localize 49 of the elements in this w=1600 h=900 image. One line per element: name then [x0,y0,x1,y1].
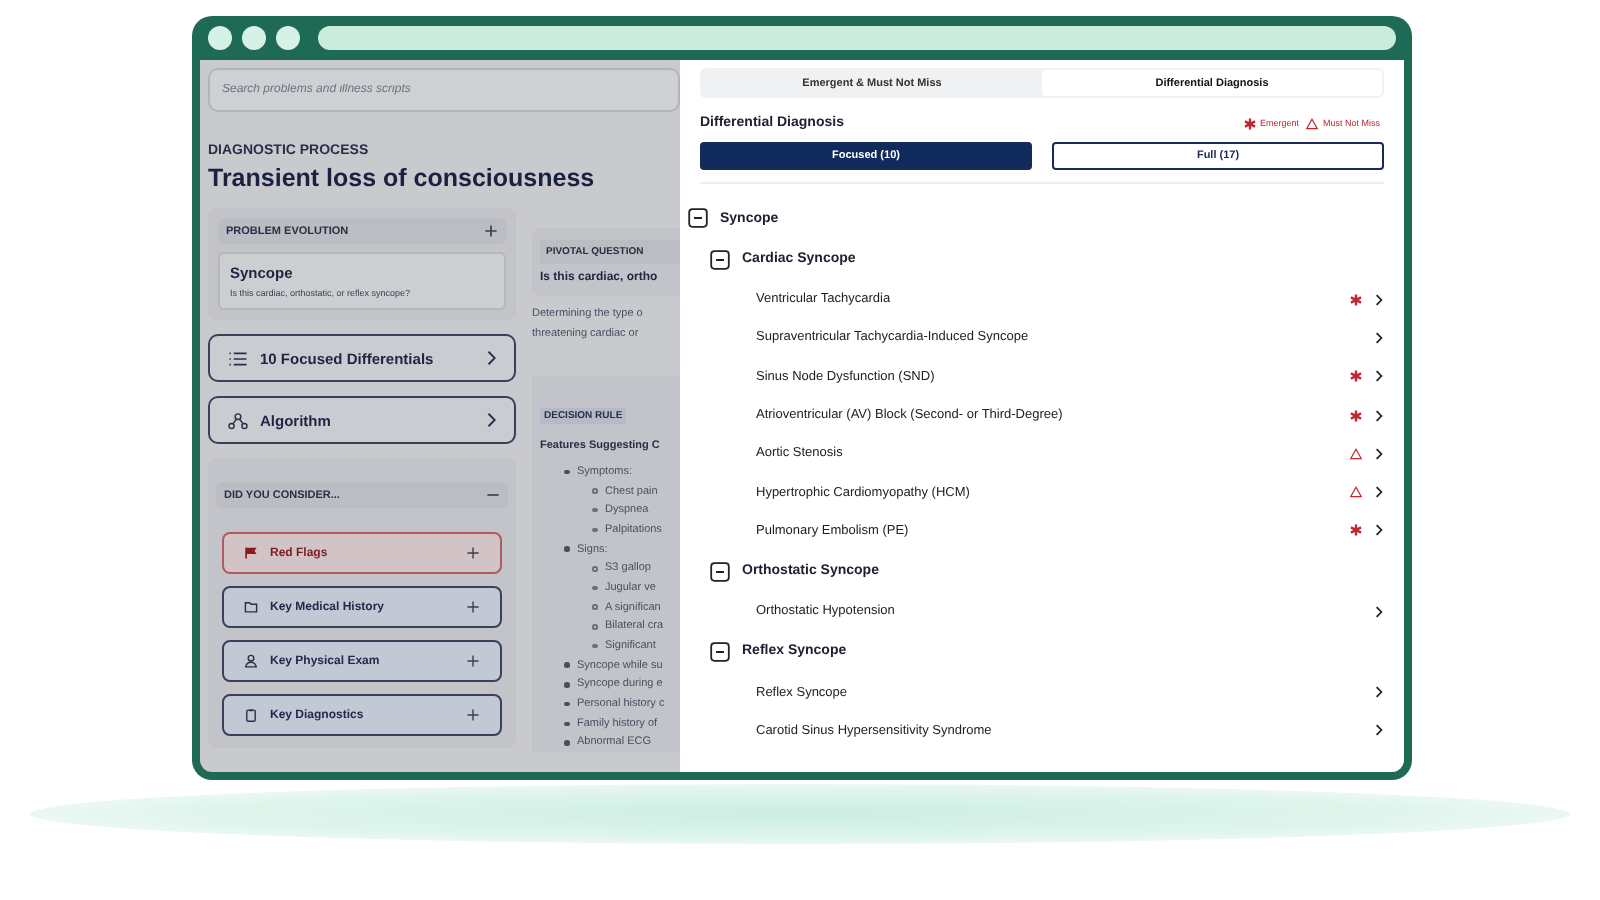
flowchart-icon [228,411,248,429]
bullet-icon [564,701,569,707]
chevron-right-icon [1374,522,1384,539]
chevron-right-icon [1374,684,1384,701]
chevron-right-icon [486,350,496,366]
chevron-right-icon [486,412,496,428]
folder-icon [244,600,258,614]
person-icon [244,654,258,668]
collapse-icon[interactable] [710,249,730,269]
window-dot[interactable] [276,26,300,50]
bullet-icon [592,604,597,610]
chevron-right-icon [1374,329,1384,346]
chevron-right-icon [1374,291,1384,308]
bullet-icon [564,469,569,475]
plus-icon [466,654,480,668]
plus-icon [466,708,480,722]
bullet-icon [564,721,569,727]
bullet-icon [592,585,597,591]
bullet-icon [592,624,597,630]
page-title: Transient loss of consciousness [208,164,597,192]
plus-icon[interactable] [484,224,498,238]
minus-icon[interactable] [486,488,500,502]
window-dot[interactable] [208,26,232,50]
warning-triangle-icon [1306,117,1319,129]
list-icon [228,349,248,367]
window-dot[interactable] [242,26,266,50]
collapse-icon[interactable] [688,208,708,228]
chevron-right-icon [1374,445,1384,462]
chevron-right-icon [1374,484,1384,501]
collapse-icon[interactable] [710,561,730,582]
chevron-right-icon [1374,368,1384,385]
bullet-icon [592,643,597,649]
asterisk-icon [1243,117,1256,129]
collapse-icon[interactable] [710,641,730,662]
bullet-icon [564,740,569,746]
bullet-icon [564,546,569,552]
bullet-icon [564,662,569,668]
chevron-right-icon [1374,407,1384,424]
chevron-right-icon [1374,722,1384,739]
plus-icon [466,546,480,560]
bullet-icon [592,527,597,533]
bullet-icon [592,507,597,513]
bullet-icon [592,488,597,494]
bullet-icon [592,566,597,572]
bullet-icon [564,682,569,688]
chevron-right-icon [1374,603,1384,620]
flag-icon [244,546,258,560]
clipboard-icon [244,708,258,722]
plus-icon [466,600,480,614]
